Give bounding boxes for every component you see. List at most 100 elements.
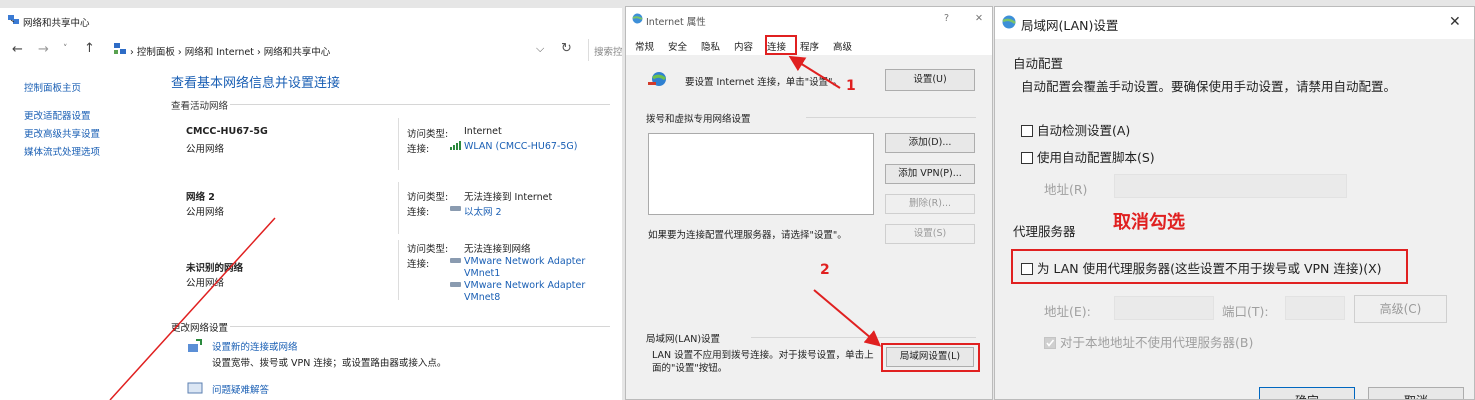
access-type-value: Internet [464,126,502,137]
search-input[interactable]: 搜索控 [588,39,622,61]
ethernet-connection-link[interactable]: 以太网 2 [464,204,502,218]
control-panel-icon [114,43,126,55]
auto-config-label: 自动配置 [1013,56,1064,71]
step-1-label: 1 [846,78,856,94]
internet-setup-icon [648,70,670,88]
divider [230,326,610,327]
setup-instruction: 要设置 Internet 连接，单击"设置"。 [685,77,843,88]
setup-button[interactable]: 设置(U) [885,69,975,91]
network-name: CMCC-HU67-5G [186,126,268,137]
sidebar-item-adapter-settings[interactable]: 更改适配器设置 [24,108,91,122]
title-bar: 网络和共享中心 [0,8,622,34]
breadcrumb[interactable]: › 控制面板 › 网络和 Internet › 网络和共享中心 ⌵ [108,38,554,62]
sidebar-item-media-streaming[interactable]: 媒体流式处理选项 [24,144,100,158]
change-settings-label: 更改网络设置 [171,323,229,334]
breadcrumb-path: › 控制面板 › 网络和 Internet › 网络和共享中心 [130,47,331,58]
add-connection-button[interactable]: 添加(D)... [885,133,975,153]
adapter-icon [450,281,461,289]
breadcrumb-item[interactable]: 网络和共享中心 [264,47,331,58]
script-address-label: 地址(R) [1044,182,1088,197]
breadcrumb-item[interactable]: 控制面板 [137,47,175,58]
recent-dropdown-icon[interactable]: ˅ [63,44,68,54]
close-button[interactable]: ✕ [1449,14,1461,30]
add-vpn-button[interactable]: 添加 VPN(P)... [885,164,975,184]
chevron-down-icon[interactable]: ⌵ [536,42,544,56]
divider [398,118,399,170]
divider [230,104,610,105]
tab-programs[interactable]: 程序 [800,39,819,53]
auto-script-checkbox[interactable]: 使用自动配置脚本(S) [1021,147,1155,166]
lan-settings-label: 局域网(LAN)设置 [646,334,721,345]
remove-button[interactable]: 删除(R)... [885,194,975,214]
settings-button[interactable]: 设置(S) [885,224,975,244]
new-connection-icon [187,338,203,354]
tab-advanced[interactable]: 高级 [833,39,852,53]
proxy-port-input[interactable] [1285,296,1345,320]
tab-privacy[interactable]: 隐私 [701,39,720,53]
forward-arrow-icon[interactable]: → [38,42,49,57]
lan-settings-window: 局域网(LAN)设置 ✕ 自动配置 自动配置会覆盖手动设置。要确保使用手动设置，… [994,6,1475,400]
vmnet8-connection-link[interactable]: VMware Network Adapter VMnet8 [464,280,594,304]
uncheck-note: 取消勾选 [1113,212,1185,233]
proxy-address-input[interactable] [1114,296,1214,320]
network-type[interactable]: 公用网络 [186,141,224,155]
network-name: 网络 2 [186,192,215,203]
tab-content[interactable]: 内容 [734,39,753,53]
divider [806,117,976,118]
proxy-port-label: 端口(T): [1222,304,1269,319]
troubleshoot-icon [187,382,203,396]
up-arrow-icon[interactable]: ↑ [84,41,95,56]
dialup-connection-list[interactable] [648,133,874,215]
access-type-value: 无法连接到 Internet [464,192,553,203]
connections-tab-highlight [765,35,797,55]
sidebar-item-control-panel-home[interactable]: 控制面板主页 [24,80,81,94]
divider [398,182,399,234]
connection-label: 连接: [407,207,430,218]
access-type-label: 访问类型: [407,244,449,255]
network-type[interactable]: 公用网络 [186,204,224,218]
access-type-label: 访问类型: [407,192,449,203]
checkbox[interactable] [1021,125,1033,137]
cancel-button[interactable]: 取消 [1368,387,1464,399]
back-arrow-icon[interactable]: ← [12,42,23,57]
wlan-connection-link[interactable]: WLAN (CMCC-HU67-5G) [464,141,578,152]
globe-icon [1002,15,1016,29]
refresh-icon[interactable]: ↻ [561,41,572,56]
lan-settings-desc: LAN 设置不应用到拨号连接。对于拨号设置，单击上面的"设置"按钮。 [652,350,874,374]
help-button[interactable]: ? [944,13,949,24]
script-address-input[interactable] [1114,174,1347,198]
bypass-local-checkbox[interactable]: 对于本地地址不使用代理服务器(B) [1044,332,1253,351]
lan-button-highlight [881,343,980,372]
divider [398,240,399,300]
setup-new-connection-link[interactable]: 设置新的连接或网络 [212,339,298,353]
breadcrumb-item[interactable]: 网络和 Internet [185,47,254,58]
tab-general[interactable]: 常规 [635,39,654,53]
internet-properties-window: Internet 属性 ? ✕ 常规 安全 隐私 内容 连接 程序 高级 要设置… [625,6,993,400]
proxy-address-label: 地址(E): [1044,304,1091,319]
sidebar-item-sharing-settings[interactable]: 更改高级共享设置 [24,126,100,140]
auto-script-label: 使用自动配置脚本(S) [1037,150,1155,165]
advanced-button[interactable]: 高级(C) [1354,295,1447,323]
use-proxy-highlight [1011,249,1408,284]
checkbox[interactable] [1044,337,1056,349]
network-center-icon [8,14,19,25]
ok-button[interactable]: 确定 [1259,387,1355,399]
bypass-local-label: 对于本地地址不使用代理服务器(B) [1060,335,1254,350]
tab-security[interactable]: 安全 [668,39,687,53]
step-2-label: 2 [820,262,830,278]
network-type[interactable]: 公用网络 [186,275,224,289]
globe-icon [632,13,643,24]
adapter-icon [450,257,461,265]
close-button[interactable]: ✕ [975,13,983,24]
vmnet1-connection-link[interactable]: VMware Network Adapter VMnet1 [464,256,594,280]
setup-new-connection-desc: 设置宽带、拨号或 VPN 连接；或设置路由器或接入点。 [212,358,447,369]
connection-label: 连接: [407,144,430,155]
auto-detect-checkbox[interactable]: 自动检测设置(A) [1021,120,1130,139]
checkbox[interactable] [1021,152,1033,164]
title-bar: Internet 属性 ? ✕ [626,7,992,33]
dialup-vpn-label: 拨号和虚拟专用网络设置 [646,114,751,125]
title-bar: 局域网(LAN)设置 ✕ [995,7,1474,39]
troubleshoot-link[interactable]: 问题疑难解答 [212,382,269,396]
window-title: 局域网(LAN)设置 [1021,18,1119,33]
tab-strip: 常规 安全 隐私 内容 连接 程序 高级 [626,33,992,55]
